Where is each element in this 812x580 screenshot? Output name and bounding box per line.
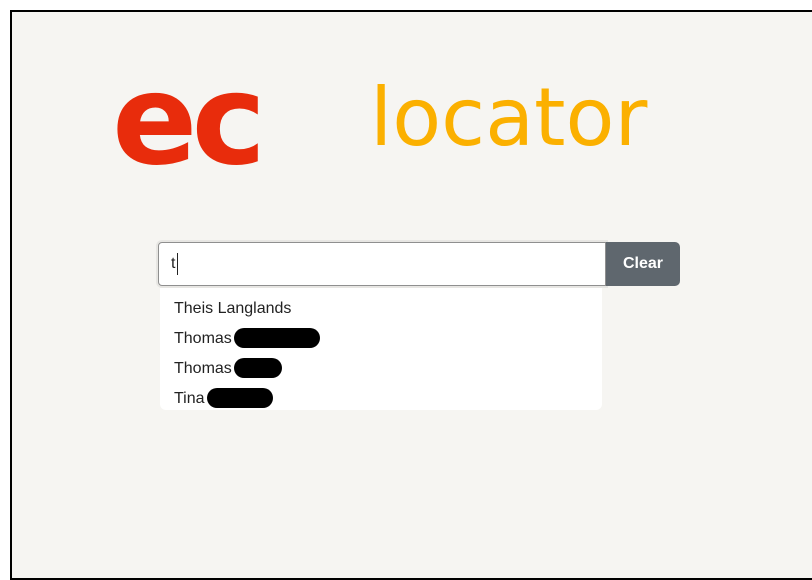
logo-locator-text: locator — [370, 71, 648, 164]
text-cursor — [177, 253, 178, 275]
suggestion-item[interactable]: Thomas — [160, 354, 602, 384]
suggestion-item[interactable]: Theis Langlands — [160, 294, 602, 324]
suggestion-label: Thomas — [174, 360, 232, 377]
suggestion-label: Thomas — [174, 330, 232, 347]
clear-button[interactable]: Clear — [606, 242, 680, 286]
suggestion-label: Theis Langlands — [174, 300, 292, 317]
search-input[interactable] — [158, 242, 606, 286]
search-bar: Clear — [158, 242, 680, 286]
autocomplete-dropdown: Theis Langlands Thomas Thomas Tina — [160, 288, 602, 410]
app-frame: ec locator Clear Theis Langlands Thomas … — [10, 10, 812, 580]
redaction-mark — [233, 357, 282, 378]
redaction-mark — [206, 387, 273, 408]
redaction-mark — [233, 327, 320, 348]
suggestion-item[interactable]: Thomas — [160, 324, 602, 354]
suggestion-item[interactable]: Tina — [160, 384, 602, 414]
logo-ec-text: ec — [112, 46, 266, 193]
suggestion-label: Tina — [174, 390, 205, 407]
